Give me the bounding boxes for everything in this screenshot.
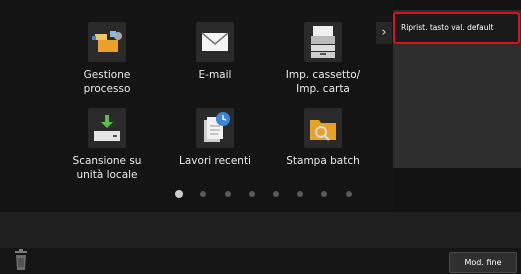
- mod-fine-button[interactable]: Mod. fine: [449, 252, 517, 273]
- side-panel-toggle[interactable]: ›: [376, 22, 392, 44]
- tile-label: E-mail: [198, 69, 232, 81]
- page-dot-active[interactable]: [175, 190, 183, 198]
- scan-to-local-icon: [88, 108, 126, 148]
- tile-scansione-unita-locale[interactable]: Scansione su unità locale: [52, 108, 162, 182]
- footer-bar: [0, 248, 521, 274]
- page-dot[interactable]: [297, 191, 303, 197]
- job-management-icon: [88, 22, 126, 62]
- tile-label: Stampa batch: [286, 155, 360, 167]
- chevron-right-icon: ›: [381, 25, 387, 40]
- tile-label: Imp. cassetto/ Imp. carta: [285, 69, 361, 95]
- page-indicator: [170, 190, 360, 200]
- batch-print-icon: [304, 108, 342, 148]
- home-screen-area: Gestione processo E-mail Imp. cassetto/ …: [0, 0, 393, 212]
- recent-jobs-icon: [196, 108, 234, 148]
- envelope-icon: [196, 22, 234, 62]
- page-dot[interactable]: [225, 191, 231, 197]
- page-dot[interactable]: [273, 191, 279, 197]
- tile-label: Gestione processo: [83, 69, 131, 95]
- tile-gestione-processo[interactable]: Gestione processo: [52, 22, 162, 96]
- tile-label: Scansione su unità locale: [72, 155, 142, 181]
- tile-stampa-batch[interactable]: Stampa batch: [268, 108, 378, 168]
- tile-imp-cassetto[interactable]: Imp. cassetto/ Imp. carta: [268, 22, 378, 96]
- trash-icon[interactable]: [12, 249, 30, 271]
- tile-e-mail[interactable]: E-mail: [160, 22, 270, 82]
- reset-defaults-button[interactable]: Riprist. tasto val. default: [393, 12, 520, 44]
- tile-label: Lavori recenti: [179, 155, 251, 167]
- status-strip: [0, 212, 521, 248]
- tile-lavori-recenti[interactable]: Lavori recenti: [160, 108, 270, 168]
- page-dot[interactable]: [200, 191, 206, 197]
- page-dot[interactable]: [249, 191, 255, 197]
- paper-tray-icon: [304, 22, 342, 62]
- page-dot[interactable]: [321, 191, 327, 197]
- page-dot[interactable]: [346, 191, 352, 197]
